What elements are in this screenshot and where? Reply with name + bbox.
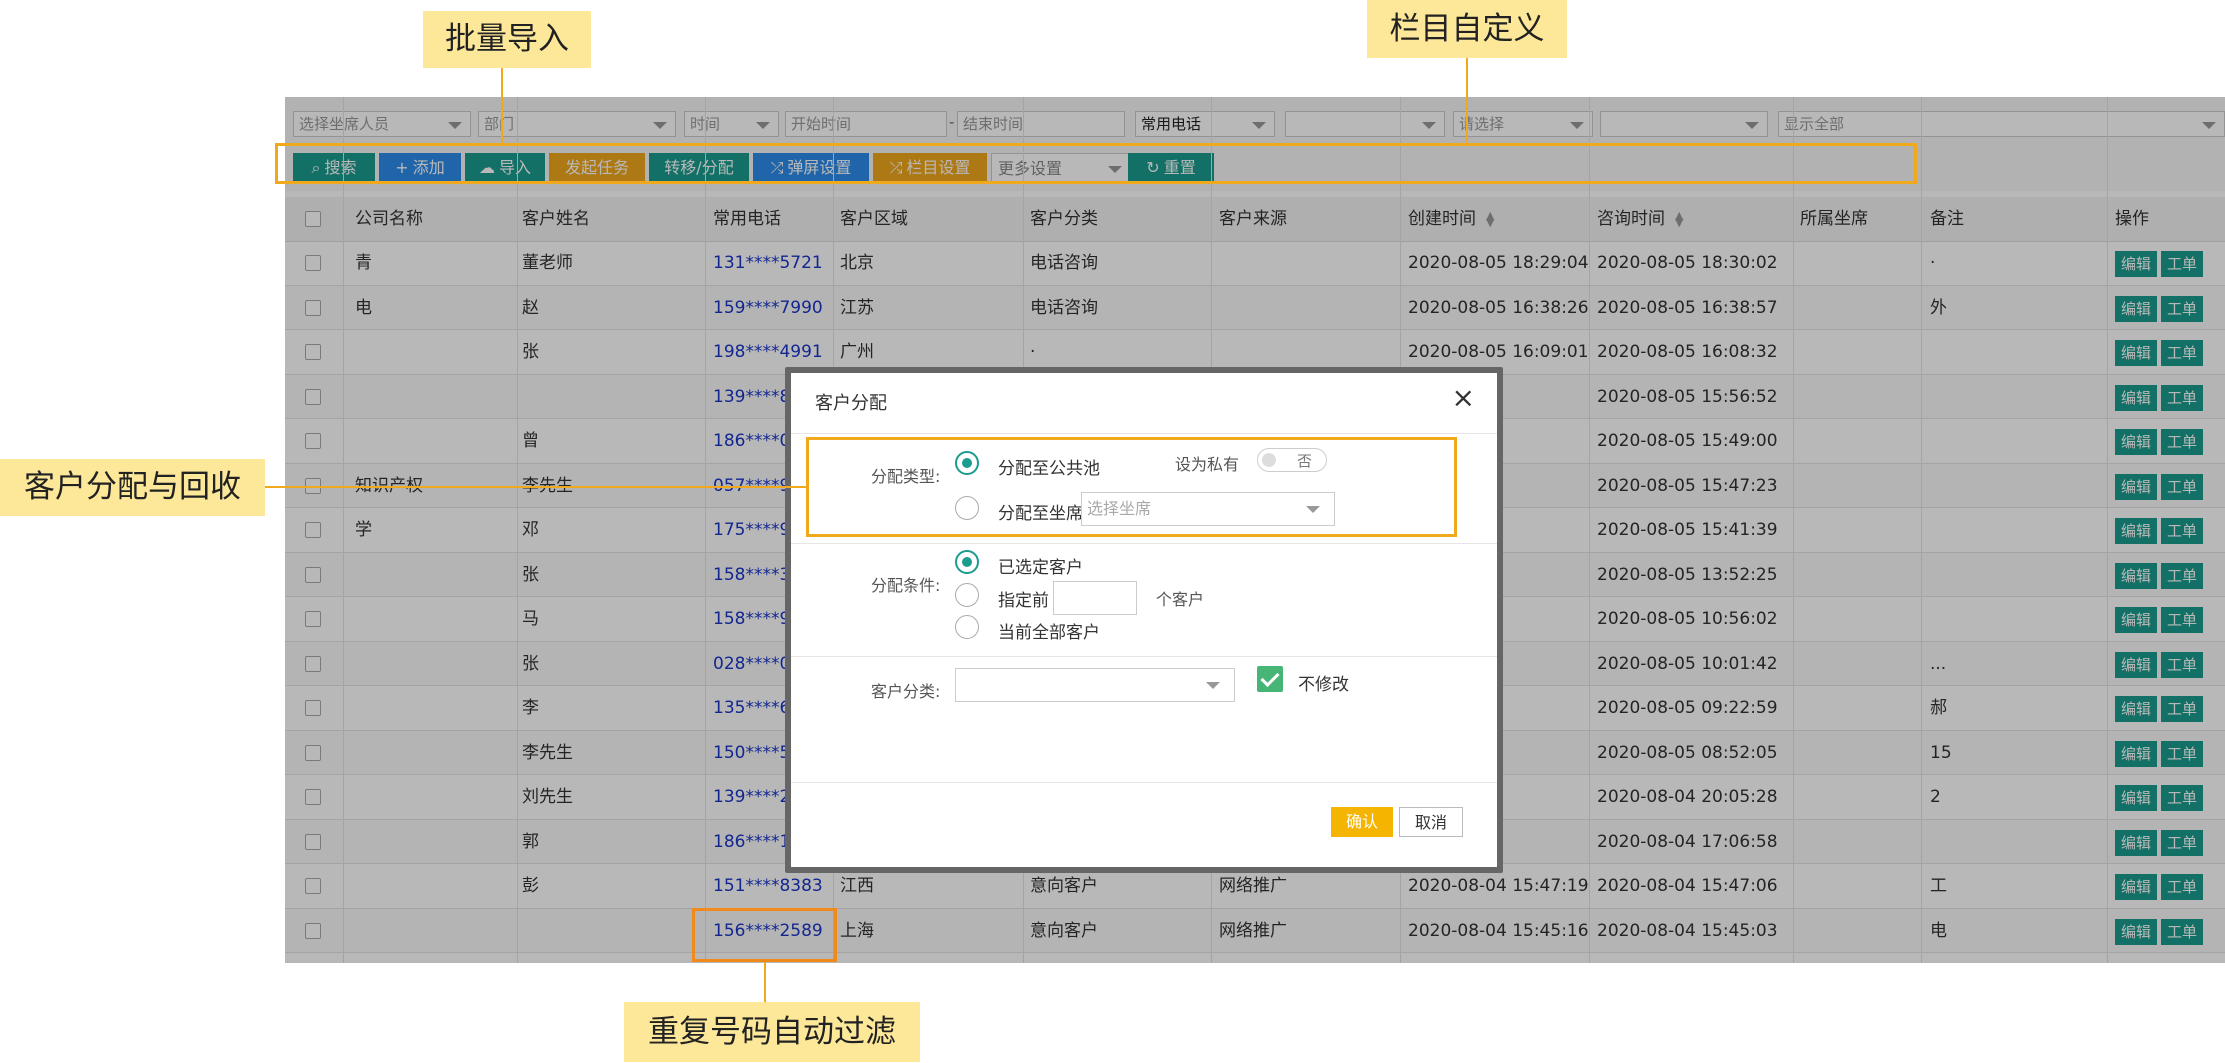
callout-batch-import: 批量导入 <box>423 11 591 68</box>
close-icon[interactable]: × <box>1452 383 1475 413</box>
callout-line <box>265 486 806 488</box>
all-current-radio[interactable] <box>955 615 979 639</box>
callout-column-custom: 栏目自定义 <box>1367 0 1567 58</box>
first-n-radio[interactable] <box>955 583 979 607</box>
divider <box>791 543 1497 544</box>
chevron-down-icon <box>1206 682 1220 689</box>
confirm-button[interactable]: 确认 <box>1331 807 1393 837</box>
first-n-label: 指定前 <box>998 591 1049 611</box>
assign-condition-label: 分配条件: <box>871 576 941 595</box>
all-current-label: 当前全部客户 <box>998 623 1100 643</box>
callout-line <box>764 962 766 1002</box>
selected-customers-label: 已选定客户 <box>998 558 1083 578</box>
callout-dup-filter: 重复号码自动过滤 <box>624 1002 920 1062</box>
phone-highlight <box>692 908 837 962</box>
divider <box>791 433 1497 434</box>
assign-type-highlight <box>806 437 1457 537</box>
no-change-checkbox[interactable] <box>1257 666 1283 692</box>
customer-category-select[interactable] <box>955 668 1235 702</box>
callout-assign-recycle: 客户分配与回收 <box>0 459 265 516</box>
divider <box>791 782 1497 783</box>
divider <box>791 656 1497 657</box>
first-n-input[interactable] <box>1053 581 1137 615</box>
no-change-label: 不修改 <box>1298 675 1349 695</box>
dialog-title: 客户分配 <box>815 393 887 414</box>
callout-line <box>501 68 503 143</box>
unit-label: 个客户 <box>1156 590 1205 609</box>
cancel-button[interactable]: 取消 <box>1399 807 1463 837</box>
selected-customers-radio[interactable] <box>955 550 979 574</box>
customer-category-label: 客户分类: <box>871 682 941 701</box>
callout-line <box>1466 58 1468 143</box>
toolbar-highlight <box>275 143 1917 184</box>
